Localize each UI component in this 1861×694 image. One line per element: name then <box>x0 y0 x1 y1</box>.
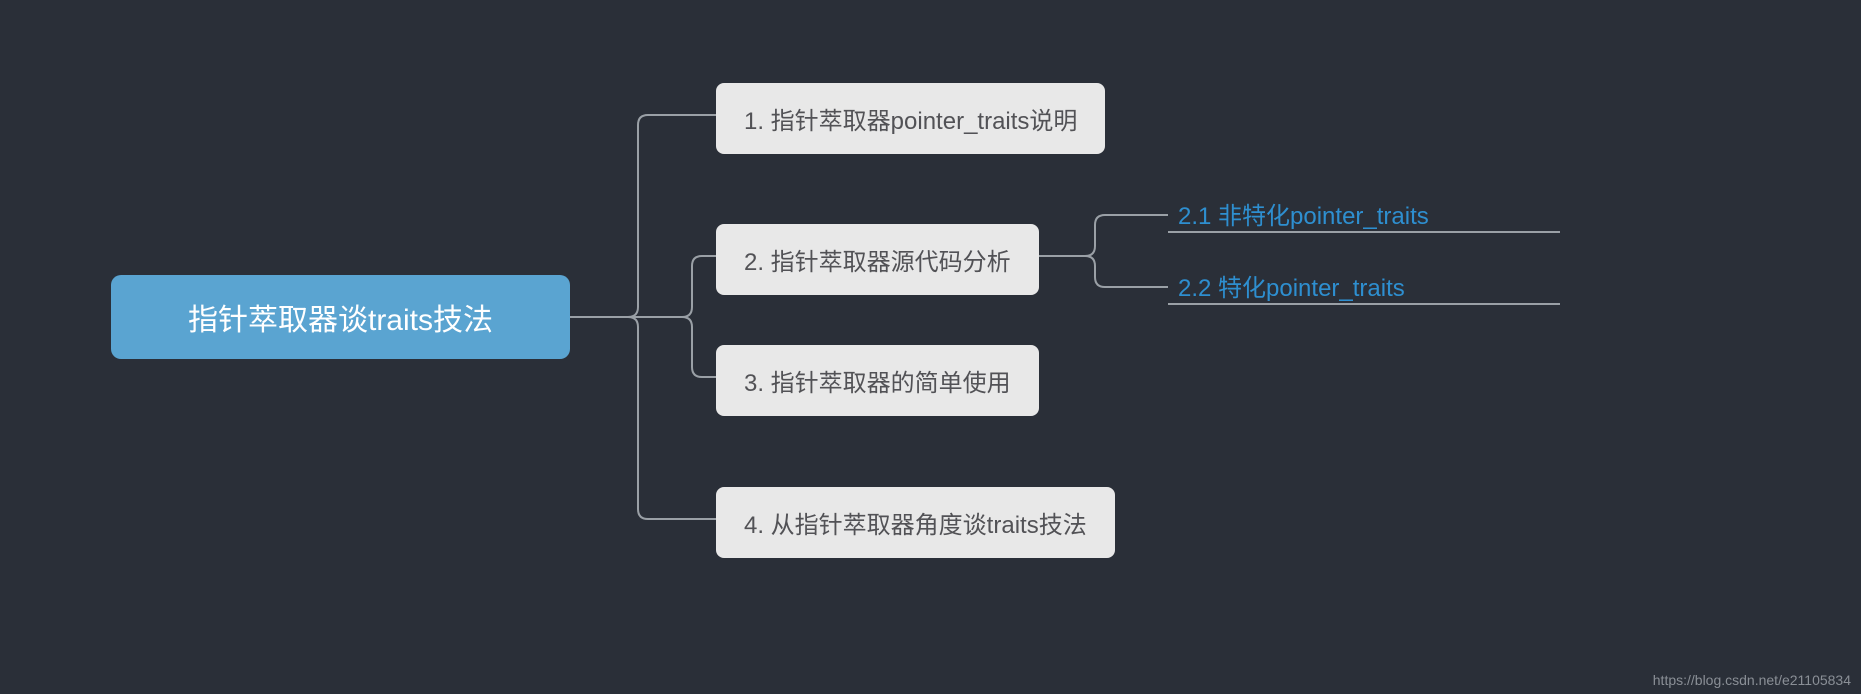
mindmap-branch-4[interactable]: 4. 从指针萃取器角度谈traits技法 <box>716 487 1115 558</box>
watermark-label: https://blog.csdn.net/e21105834 <box>1653 672 1851 688</box>
branch-label: 3. 指针萃取器的简单使用 <box>744 363 1011 398</box>
mindmap-root[interactable]: 指针萃取器谈traits技法 <box>111 275 570 359</box>
mindmap-leaf-2-2[interactable]: 2.2 特化pointer_traits <box>1178 268 1405 303</box>
leaf-label: 2.2 特化pointer_traits <box>1178 268 1405 303</box>
branch-label: 1. 指针萃取器pointer_traits说明 <box>744 101 1077 136</box>
branch-label: 4. 从指针萃取器角度谈traits技法 <box>744 505 1087 540</box>
mindmap-leaf-2-1[interactable]: 2.1 非特化pointer_traits <box>1178 196 1429 231</box>
root-label: 指针萃取器谈traits技法 <box>188 295 493 339</box>
mindmap-branch-1[interactable]: 1. 指针萃取器pointer_traits说明 <box>716 83 1105 154</box>
branch-label: 2. 指针萃取器源代码分析 <box>744 242 1011 277</box>
watermark-text: https://blog.csdn.net/e21105834 <box>1653 672 1851 688</box>
mindmap-branch-3[interactable]: 3. 指针萃取器的简单使用 <box>716 345 1039 416</box>
mindmap-branch-2[interactable]: 2. 指针萃取器源代码分析 <box>716 224 1039 295</box>
leaf-label: 2.1 非特化pointer_traits <box>1178 196 1429 231</box>
